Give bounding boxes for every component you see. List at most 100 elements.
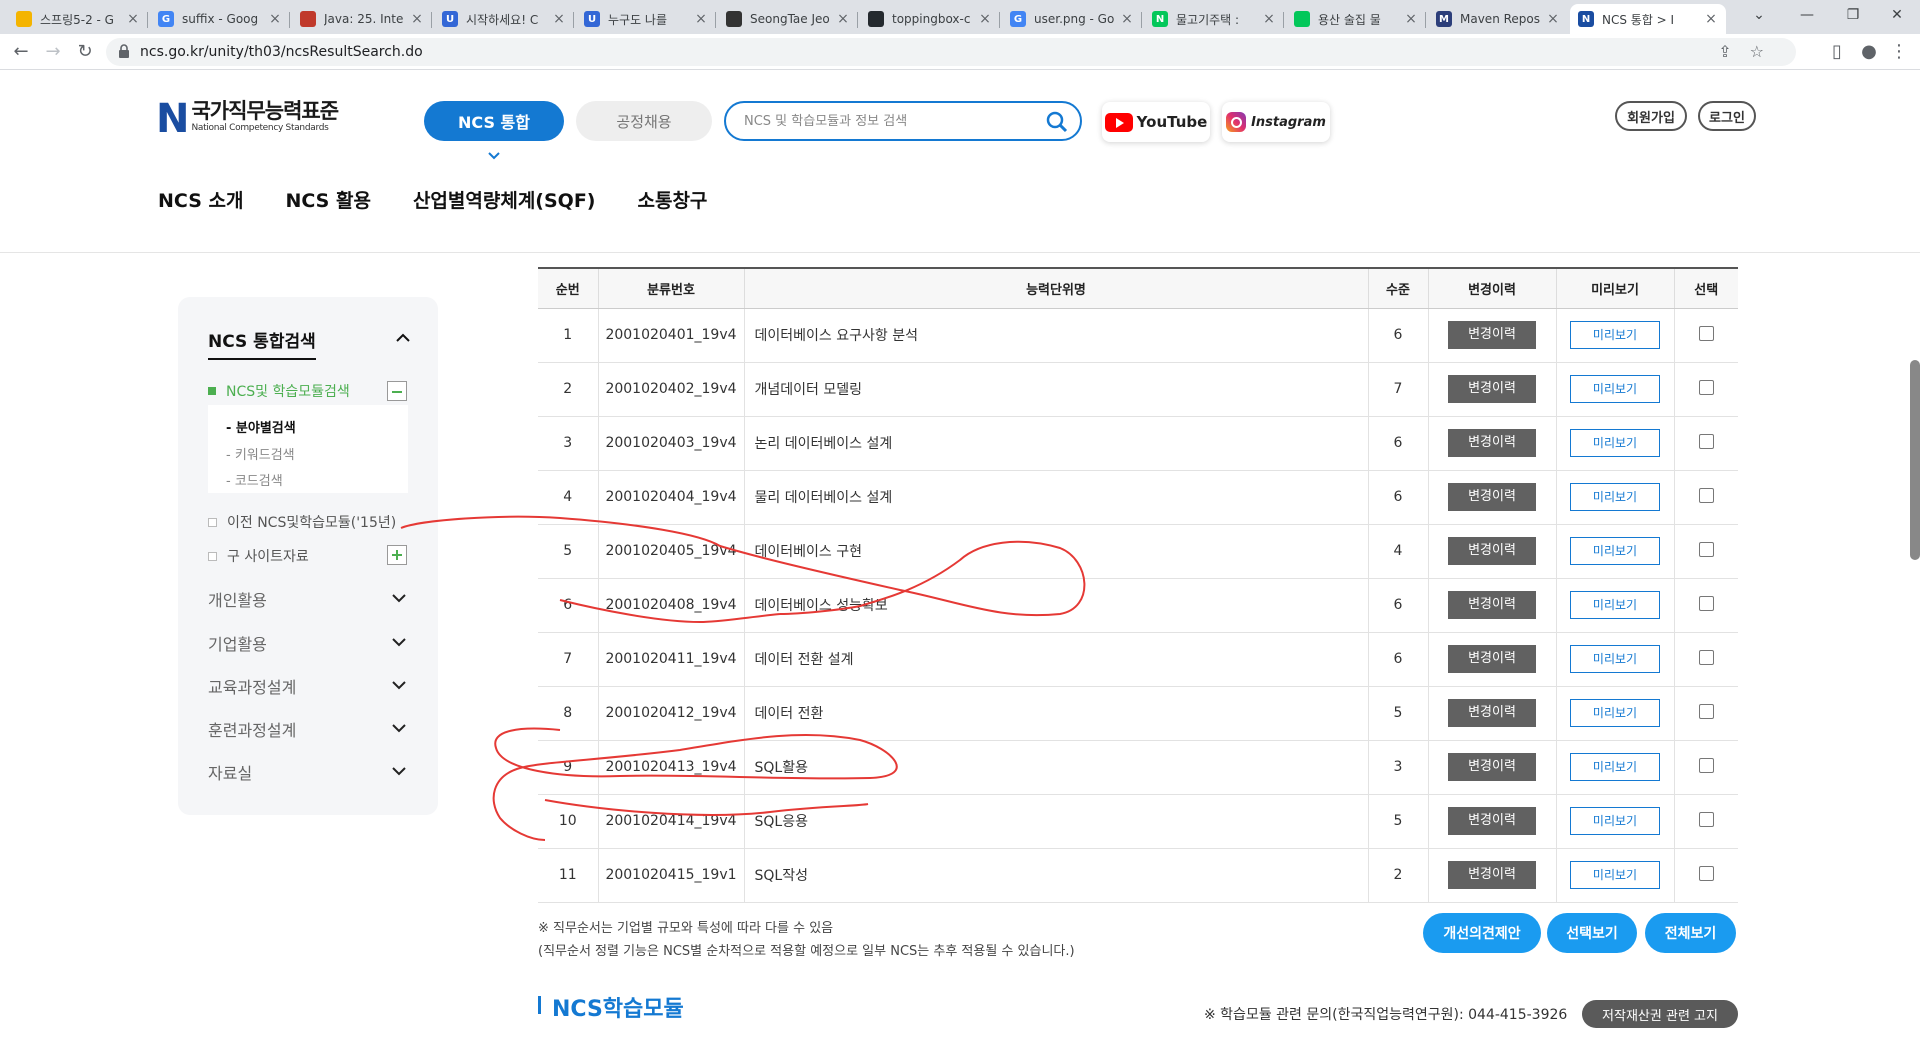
browser-tab[interactable]: SeongTae Jeo × [718,4,858,34]
chevron-up-icon[interactable] [396,333,410,343]
close-window-button[interactable]: ✕ [1874,0,1920,30]
view-all-button[interactable]: 전체보기 [1645,913,1736,953]
browser-tab[interactable]: M Maven Repos × [1428,4,1568,34]
browser-tab[interactable]: Gsuffix - Goog × [150,4,290,34]
reload-icon[interactable]: ↻ [72,40,98,64]
minimize-button[interactable]: — [1784,0,1830,30]
select-checkbox[interactable] [1698,649,1714,665]
browser-tab[interactable]: U 시작하세요! C × [434,4,574,34]
select-checkbox[interactable] [1698,811,1714,827]
preview-button[interactable]: 미리보기 [1570,753,1660,781]
select-checkbox[interactable] [1698,487,1714,503]
tab-close-icon[interactable]: × [268,11,282,27]
tab-close-icon[interactable]: × [552,11,566,27]
forward-icon[interactable]: → [40,40,66,64]
expand-plus-icon[interactable] [387,545,407,565]
omnibox[interactable]: ncs.go.kr/unity/th03/ncsResultSearch.do … [106,38,1796,66]
sidebar-link-field-search[interactable]: - 분야별검색 [226,417,296,436]
history-button[interactable]: 변경이력 [1448,861,1536,889]
gnb-item-sqf[interactable]: 산업별역량체계(SQF) [413,186,596,213]
browser-tab[interactable]: 스프링5-2 - G × [8,4,148,34]
sidebar-menu-personal[interactable]: 개인활용 [208,587,408,611]
sidebar-item-old-site[interactable]: 구 사이트자료 [208,546,309,566]
browser-tab[interactable]: toppingbox-c × [860,4,1000,34]
select-checkbox[interactable] [1698,865,1714,881]
instagram-link[interactable]: Instagram [1222,102,1330,142]
preview-button[interactable]: 미리보기 [1570,429,1660,457]
collapse-minus-icon[interactable] [387,381,407,401]
tab-close-icon[interactable]: × [1120,11,1134,27]
signup-button[interactable]: 회원가입 [1615,101,1687,131]
login-button[interactable]: 로그인 [1698,101,1756,131]
preview-button[interactable]: 미리보기 [1570,537,1660,565]
preview-button[interactable]: 미리보기 [1570,645,1660,673]
site-search-input[interactable] [744,111,1034,131]
browser-tab[interactable]: N 물고기주택 : × [1144,4,1284,34]
browser-tab[interactable]: Java: 25. Inte × [292,4,432,34]
tab-close-icon[interactable]: × [1704,11,1718,27]
tab-ncs-unified[interactable]: NCS 통합 [424,101,564,141]
sidebar-item-module-search[interactable]: NCS및 학습모듈검색 [208,381,350,401]
select-checkbox[interactable] [1698,541,1714,557]
history-button[interactable]: 변경이력 [1448,429,1536,457]
search-icon[interactable] [1046,111,1068,133]
view-selected-button[interactable]: 선택보기 [1547,913,1637,953]
select-checkbox[interactable] [1698,433,1714,449]
tab-close-icon[interactable]: × [1404,11,1418,27]
history-button[interactable]: 변경이력 [1448,753,1536,781]
sidebar-menu-enterprise[interactable]: 기업활용 [208,631,408,655]
preview-button[interactable]: 미리보기 [1570,699,1660,727]
preview-button[interactable]: 미리보기 [1570,591,1660,619]
tab-close-icon[interactable]: × [1546,11,1560,27]
select-checkbox[interactable] [1698,379,1714,395]
select-checkbox[interactable] [1698,325,1714,341]
side-panel-icon[interactable]: ▯ [1824,40,1850,64]
back-icon[interactable]: ← [8,40,34,64]
browser-tab[interactable]: Guser.png - Go × [1002,4,1142,34]
history-button[interactable]: 변경이력 [1448,537,1536,565]
history-button[interactable]: 변경이력 [1448,699,1536,727]
history-button[interactable]: 변경이력 [1448,645,1536,673]
tab-close-icon[interactable]: × [126,11,140,27]
omnibox-action-icons[interactable]: ⇪☆ [1718,42,1782,61]
copyright-notice-button[interactable]: 저작재산권 관련 고지 [1582,1000,1738,1028]
youtube-link[interactable]: YouTube [1102,102,1210,142]
gnb-item-ncs-use[interactable]: NCS 활용 [285,186,370,213]
site-logo[interactable]: N 국가직무능력표준 National Competency Standards [156,99,339,140]
tab-close-icon[interactable]: × [836,11,850,27]
select-checkbox[interactable] [1698,595,1714,611]
browser-tab[interactable]: 용산 술집 물 × [1286,4,1426,34]
browser-tab[interactable]: U 누구도 나를 × [576,4,716,34]
tab-close-icon[interactable]: × [978,11,992,27]
restore-button[interactable]: ❐ [1830,0,1876,30]
preview-button[interactable]: 미리보기 [1570,375,1660,403]
sidebar-menu-archive[interactable]: 자료실 [208,760,408,784]
history-button[interactable]: 변경이력 [1448,483,1536,511]
chrome-menu-icon[interactable]: ⋮ [1886,40,1912,64]
sidebar-menu-curriculum[interactable]: 교육과정설계 [208,674,408,698]
profile-avatar[interactable]: ● [1856,40,1882,64]
preview-button[interactable]: 미리보기 [1570,861,1660,889]
page-scrollbar-thumb[interactable] [1910,360,1920,560]
suggest-improvement-button[interactable]: 개선의견제안 [1423,913,1541,953]
tab-close-icon[interactable]: × [410,11,424,27]
gnb-item-communication[interactable]: 소통창구 [637,186,707,213]
tab-fair-hiring[interactable]: 공정채용 [576,101,712,141]
history-button[interactable]: 변경이력 [1448,807,1536,835]
select-checkbox[interactable] [1698,757,1714,773]
browser-tab[interactable]: N NCS 통합 > I × [1570,4,1726,34]
sidebar-link-keyword-search[interactable]: - 키워드검색 [226,444,295,463]
gnb-item-ncs-intro[interactable]: NCS 소개 [158,186,243,213]
history-button[interactable]: 변경이력 [1448,321,1536,349]
sidebar-link-code-search[interactable]: - 코드검색 [226,470,283,489]
select-checkbox[interactable] [1698,703,1714,719]
preview-button[interactable]: 미리보기 [1570,483,1660,511]
tab-search-icon[interactable]: ⌄ [1736,0,1782,30]
history-button[interactable]: 변경이력 [1448,591,1536,619]
tab-close-icon[interactable]: × [694,11,708,27]
tab-close-icon[interactable]: × [1262,11,1276,27]
preview-button[interactable]: 미리보기 [1570,321,1660,349]
sidebar-item-previous-ncs[interactable]: 이전 NCS및학습모듈('15년) [208,512,396,532]
history-button[interactable]: 변경이력 [1448,375,1536,403]
sidebar-menu-training[interactable]: 훈련과정설계 [208,717,408,741]
